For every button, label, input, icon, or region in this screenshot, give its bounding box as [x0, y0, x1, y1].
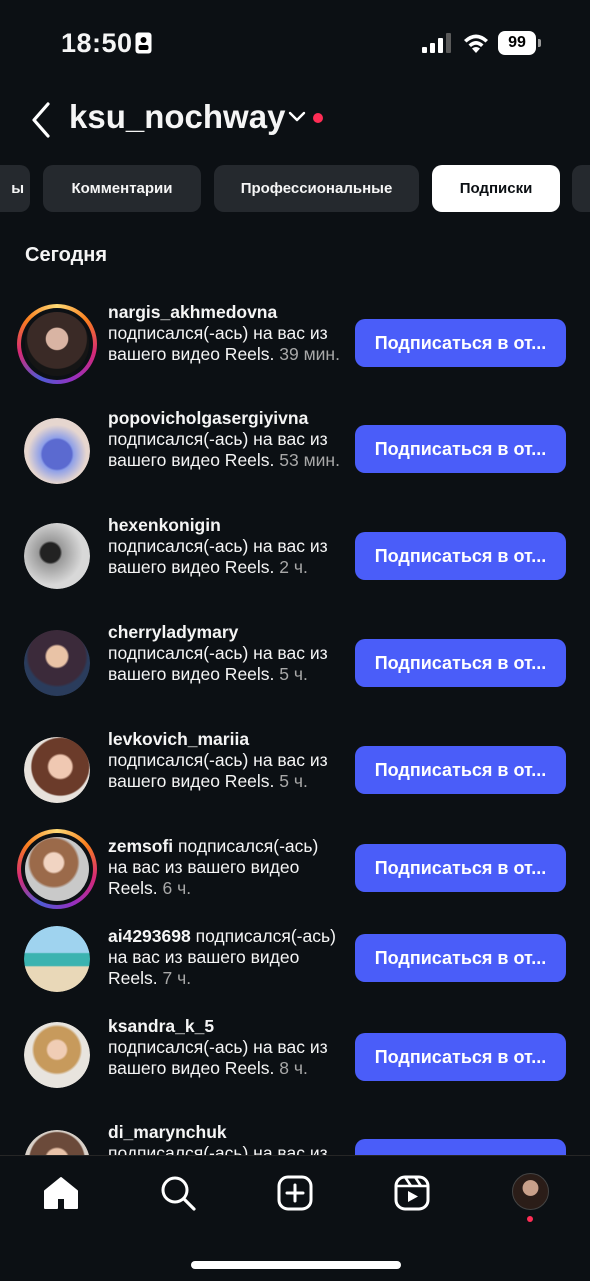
search-icon[interactable] — [159, 1174, 197, 1212]
follow-back-button[interactable]: Подписаться в от... — [355, 639, 566, 687]
follow-back-button[interactable]: Подписаться в от... — [355, 1139, 566, 1155]
username[interactable]: popovicholgasergiyivna — [108, 408, 340, 429]
username[interactable]: ai4293698 — [108, 926, 191, 946]
username[interactable]: di_marynchuk — [108, 1122, 340, 1143]
follow-back-button[interactable]: Подписаться в от... — [355, 1033, 566, 1081]
avatar[interactable] — [24, 418, 90, 484]
username[interactable]: ksandra_k_5 — [108, 1016, 340, 1037]
avatar[interactable] — [24, 523, 90, 589]
follow-back-button[interactable]: Подписаться в от... — [355, 319, 566, 367]
home-indicator — [191, 1261, 401, 1269]
create-icon[interactable] — [276, 1174, 314, 1212]
username[interactable]: cherryladymary — [108, 622, 340, 643]
timestamp: 8 ч. — [279, 1058, 308, 1078]
follow-back-button[interactable]: Подписаться в от... — [355, 934, 566, 982]
timestamp: 5 ч. — [279, 771, 308, 791]
avatar[interactable] — [24, 926, 90, 992]
profile-avatar[interactable] — [512, 1173, 549, 1210]
avatar[interactable] — [24, 737, 90, 803]
avatar[interactable] — [24, 630, 90, 696]
avatar[interactable] — [24, 1130, 90, 1155]
home-icon[interactable] — [42, 1174, 80, 1212]
notification-text: подписался(-ась) на вас из вашего видео … — [108, 1143, 328, 1155]
notification-list: nargis_akhmedovna подписался(-ась) на ва… — [0, 0, 590, 1155]
follow-back-button[interactable]: Подписаться в от... — [355, 746, 566, 794]
username[interactable]: levkovich_mariia — [108, 729, 340, 750]
timestamp: 53 мин. — [279, 450, 340, 470]
avatar[interactable] — [24, 1022, 90, 1088]
avatar[interactable] — [17, 829, 97, 909]
avatar[interactable] — [17, 304, 97, 384]
timestamp: 2 ч. — [279, 557, 308, 577]
username[interactable]: zemsofi — [108, 836, 173, 856]
follow-back-button[interactable]: Подписаться в от... — [355, 532, 566, 580]
timestamp: 6 ч. — [162, 878, 192, 898]
follow-back-button[interactable]: Подписаться в от... — [355, 844, 566, 892]
profile-notification-dot — [527, 1216, 533, 1222]
reels-icon[interactable] — [393, 1174, 431, 1212]
follow-back-button[interactable]: Подписаться в от... — [355, 425, 566, 473]
username[interactable]: nargis_akhmedovna — [108, 302, 340, 323]
timestamp: 5 ч. — [279, 664, 308, 684]
timestamp: 7 ч. — [162, 968, 192, 988]
username[interactable]: hexenkonigin — [108, 515, 340, 536]
timestamp: 39 мин. — [279, 344, 340, 364]
